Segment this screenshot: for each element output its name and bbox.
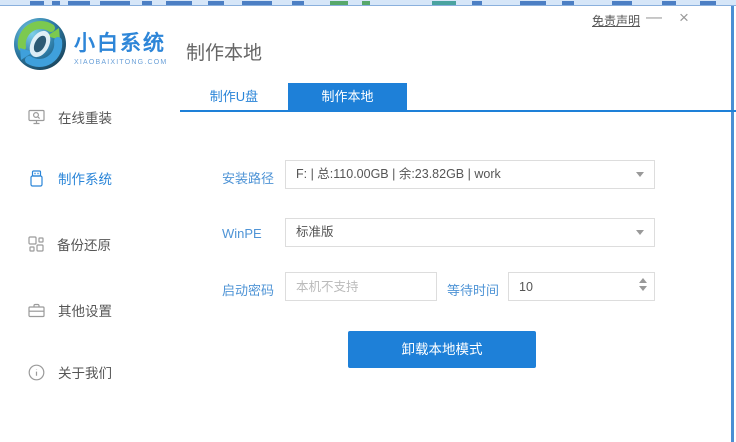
wait-time-stepper [508, 272, 655, 301]
tab-bar: 制作U盘 制作本地 [180, 83, 736, 112]
app-logo-icon [12, 16, 68, 72]
monitor-reinstall-icon [28, 109, 45, 125]
sidebar-item-label: 其他设置 [58, 300, 112, 320]
uninstall-local-mode-button[interactable]: 卸载本地模式 [348, 331, 536, 368]
sidebar-item-other-settings[interactable]: 其他设置 [28, 300, 112, 320]
boot-password-label: 启动密码 [222, 280, 274, 299]
sidebar-item-make-system[interactable]: 制作系统 [28, 168, 112, 188]
install-path-select[interactable]: F: | 总:110.00GB | 余:23.82GB | work [285, 160, 655, 189]
minimize-button[interactable]: — [644, 8, 664, 28]
toolbox-icon [28, 302, 45, 318]
chevron-down-icon [636, 230, 644, 235]
winpe-value: 标准版 [286, 219, 631, 246]
background-window-edge [731, 6, 734, 442]
tab-make-local[interactable]: 制作本地 [288, 83, 407, 110]
disclaimer-link[interactable]: 免责声明 [592, 12, 640, 29]
sidebar-item-label: 备份还原 [57, 234, 111, 254]
boot-password-input[interactable] [286, 273, 436, 300]
wait-time-label: 等待时间 [447, 280, 499, 299]
stepper-down-icon[interactable] [639, 286, 647, 291]
install-path-label: 安装路径 [222, 168, 274, 187]
page-title: 制作本地 [186, 38, 262, 65]
winpe-select[interactable]: 标准版 [285, 218, 655, 247]
chevron-down-icon [636, 172, 644, 177]
brand-name: 小白系统 [74, 27, 167, 57]
background-window-sliver [0, 0, 736, 6]
brand-block: 小白系统 XIAOBAIXITONG.COM [74, 27, 167, 66]
usb-drive-icon [28, 170, 45, 187]
wait-time-input[interactable] [509, 273, 627, 300]
winpe-label: WinPE [222, 226, 262, 241]
brand-domain: XIAOBAIXITONG.COM [74, 59, 167, 66]
sidebar-item-label: 制作系统 [58, 168, 112, 188]
boot-password-field-wrap [285, 272, 437, 301]
sidebar-item-about-us[interactable]: 关于我们 [28, 362, 112, 382]
sidebar-item-online-reinstall[interactable]: 在线重装 [28, 107, 112, 127]
stepper-arrows [639, 278, 647, 291]
sidebar-item-backup-restore[interactable]: 备份还原 [28, 234, 111, 254]
sidebar-item-label: 关于我们 [58, 362, 112, 382]
install-path-value: F: | 总:110.00GB | 余:23.82GB | work [286, 161, 631, 188]
close-icon[interactable]: × [674, 8, 694, 28]
stepper-up-icon[interactable] [639, 278, 647, 283]
info-circle-icon [28, 364, 45, 381]
app-window: 小白系统 XIAOBAIXITONG.COM 制作本地 免责声明 — × 在线重… [0, 0, 736, 442]
backup-grid-icon [28, 236, 44, 252]
sidebar-item-label: 在线重装 [58, 107, 112, 127]
tab-make-usb[interactable]: 制作U盘 [180, 83, 288, 110]
